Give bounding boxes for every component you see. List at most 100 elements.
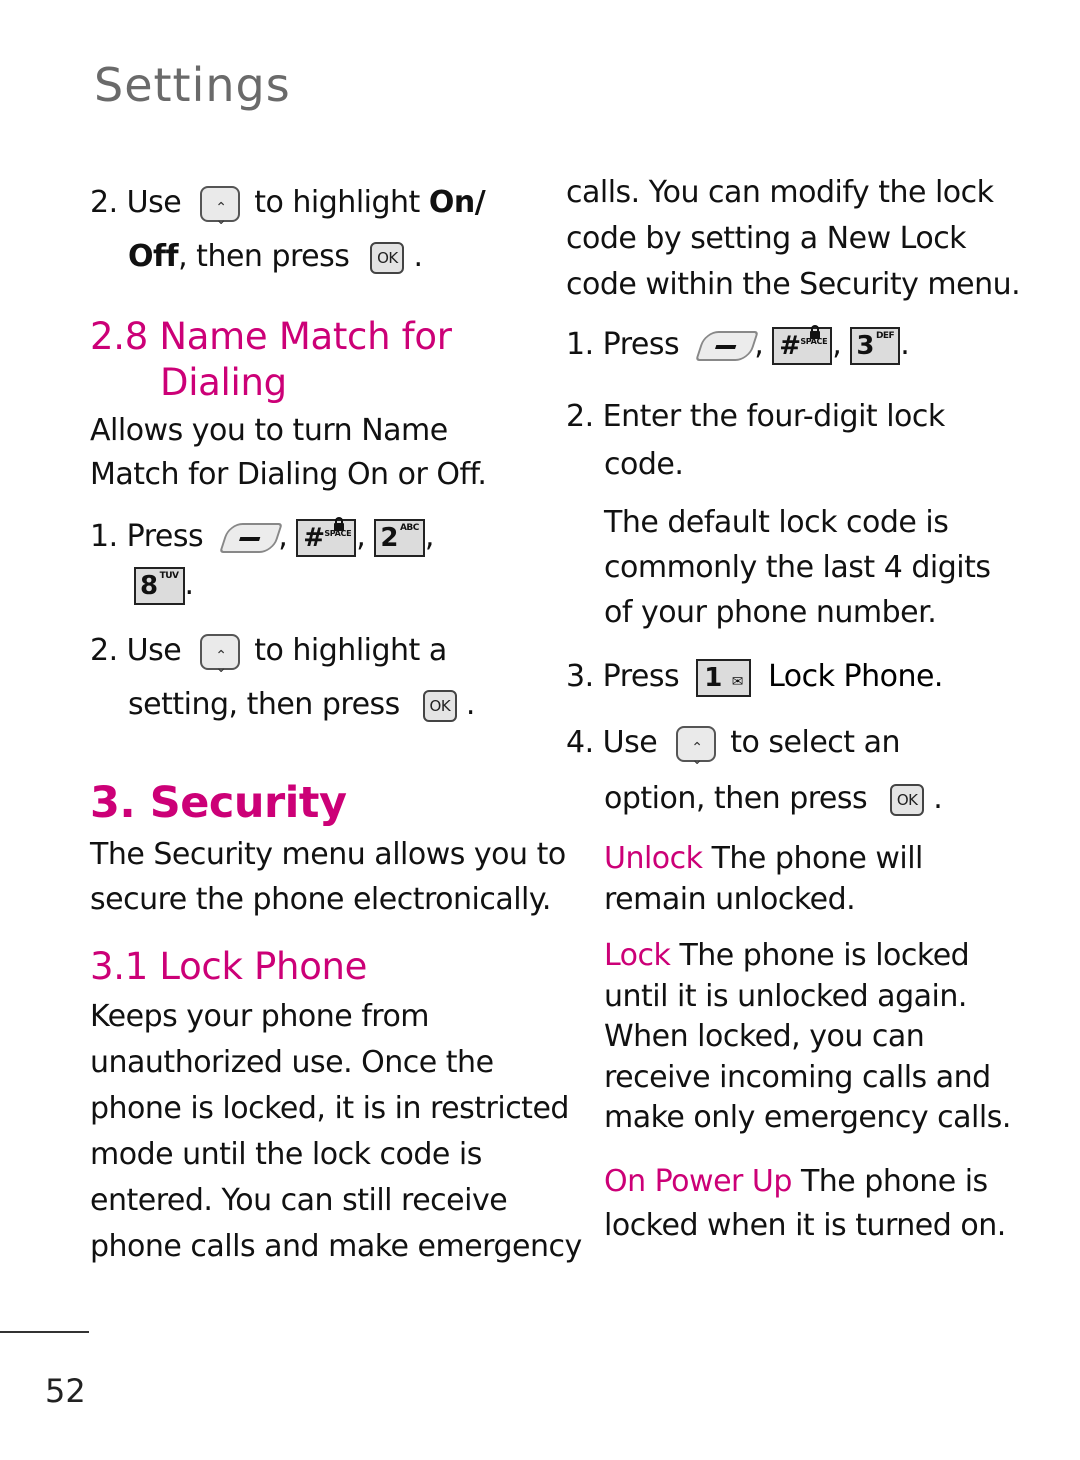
lock-phone-desc-cont: calls. You can modify the lock code by s… (566, 170, 1021, 308)
ok-key-icon: OK (370, 241, 405, 274)
option-desc: remain unlocked. (604, 882, 856, 917)
step-number: 1. (566, 327, 594, 362)
heading-name-match-line2: Dialing (160, 361, 287, 404)
security-desc-line1: The Security menu allows you to (90, 837, 566, 872)
key-sublabel: SPACE (800, 336, 828, 346)
nav-key-icon (200, 185, 241, 243)
step-number: 3. (566, 659, 594, 694)
ok-key-icon: OK (890, 783, 925, 816)
period: . (465, 687, 476, 722)
key-label: OK (429, 696, 451, 715)
lock-step2: 2. Enter the four-digit lock (566, 394, 945, 439)
key-1-voicemail-icon: 1 ✉ (696, 658, 752, 697)
nav-key-icon (200, 633, 241, 691)
voicemail-icon: ✉ (731, 673, 744, 690)
note-line: commonly the last 4 digits (604, 550, 991, 585)
soft-left-key-icon (219, 522, 284, 553)
name-match-step1-line2: 8 TUV. (134, 562, 194, 607)
name-match-step2: 2. Use to highlight a (90, 628, 447, 691)
footer-rule (0, 1331, 89, 1333)
desc-line: code by setting a New Lock (566, 221, 967, 256)
option-desc: until it is unlocked again. (604, 978, 967, 1014)
key-label: OK (377, 248, 398, 267)
step-number: 4. (566, 725, 594, 760)
step-text: Press (602, 659, 680, 694)
option-on: On/ (428, 185, 486, 220)
option-unlock: Unlock The phone will remain unlocked. (604, 838, 923, 920)
step-text: to highlight a (254, 633, 447, 668)
nav-key-icon (676, 725, 717, 783)
name-match-step1: 1. Press , # SPACE, 2 ABC, (90, 514, 434, 559)
key-2-abc-icon: 2 ABC (374, 518, 425, 557)
option-label: Unlock (604, 841, 703, 876)
name-match-desc-line2: Match for Dialing On or Off. (90, 457, 487, 492)
step-text: Use (602, 725, 658, 760)
key-label: 1 (704, 662, 722, 693)
step-text: to highlight (254, 185, 420, 220)
step-text: Use (126, 633, 182, 668)
key-8-tuv-icon: 8 TUV (134, 566, 185, 605)
lock-step2-line2: code. (604, 447, 684, 482)
step-text: Press (126, 519, 204, 554)
step-number: 1. (90, 519, 118, 554)
lock-step4: 4. Use to select an (566, 720, 900, 783)
key-label: 3 (856, 330, 874, 361)
option-label: Lock (604, 938, 671, 973)
step-text: , then press (178, 239, 350, 274)
lock-step3: 3. Press 1 ✉ Lock Phone. (566, 654, 943, 699)
step-text: Press (602, 327, 680, 362)
step-text: Use (126, 185, 182, 220)
key-label: # (779, 330, 801, 361)
key-3-def-icon: 3 DEF (850, 326, 901, 365)
lock-phone-desc: Keeps your phone from unauthorized use. … (90, 994, 582, 1270)
key-sublabel: DEF (875, 330, 895, 341)
hash-space-key-icon: # SPACE (772, 324, 833, 365)
soft-left-key-icon (695, 330, 760, 361)
step-number: 2. (566, 399, 594, 434)
page-number: 52 (45, 1372, 86, 1410)
key-label: OK (896, 790, 918, 809)
period: . (413, 239, 424, 274)
heading-security: 3. Security (90, 778, 347, 828)
desc-line: entered. You can still receive (90, 1183, 508, 1218)
option-desc: make only emergency calls. (604, 1100, 1011, 1135)
option-desc: The phone is locked (679, 938, 970, 973)
hash-space-key-icon: # SPACE (296, 516, 357, 557)
desc-line: phone is locked, it is in restricted (90, 1091, 569, 1126)
step-text: option, then press (604, 781, 868, 816)
note-line: of your phone number. (604, 595, 937, 630)
name-match-desc-line1: Allows you to turn Name (90, 413, 448, 448)
desc-line: calls. You can modify the lock (566, 175, 994, 210)
heading-name-match: 2.8 Name Match for (90, 315, 452, 358)
option-label: On Power Up (604, 1164, 792, 1199)
option-desc: When locked, you can (604, 1019, 925, 1054)
default-code-note: The default lock code is commonly the la… (604, 500, 991, 635)
step-number: 2. (90, 633, 118, 668)
lock-step4-line2: option, then press OK . (604, 776, 943, 821)
option-desc: locked when it is turned on. (604, 1208, 1006, 1243)
option-on-power-up: On Power Up The phone is locked when it … (604, 1160, 1006, 1248)
menu-target: Lock Phone. (768, 659, 943, 694)
option-desc: The phone is (800, 1164, 988, 1199)
ok-key-icon: OK (422, 689, 457, 722)
step-2-onoff: 2. Use to highlight On/ (90, 180, 486, 243)
key-sublabel: SPACE (324, 528, 352, 538)
option-lock: Lock The phone is locked until it is unl… (604, 936, 1011, 1139)
option-off: Off (128, 239, 179, 274)
heading-lock-phone: 3.1 Lock Phone (90, 945, 368, 988)
lock-step1: 1. Press , # SPACE, 3 DEF. (566, 322, 910, 367)
desc-line: unauthorized use. Once the (90, 1045, 494, 1080)
key-sublabel: TUV (159, 570, 179, 581)
desc-line: Keeps your phone from (90, 999, 430, 1034)
key-label: # (303, 522, 325, 553)
step-number: 2. (90, 185, 118, 220)
key-sublabel: ABC (399, 522, 419, 533)
key-label: 2 (380, 522, 398, 553)
option-desc: receive incoming calls and (604, 1059, 991, 1095)
name-match-step2-line2: setting, then press OK . (128, 682, 475, 727)
period: . (933, 781, 943, 816)
desc-line: mode until the lock code is (90, 1137, 482, 1172)
desc-line: phone calls and make emergency (90, 1229, 582, 1264)
note-line: The default lock code is (604, 505, 949, 540)
desc-line: code within the Security menu. (566, 267, 1021, 302)
